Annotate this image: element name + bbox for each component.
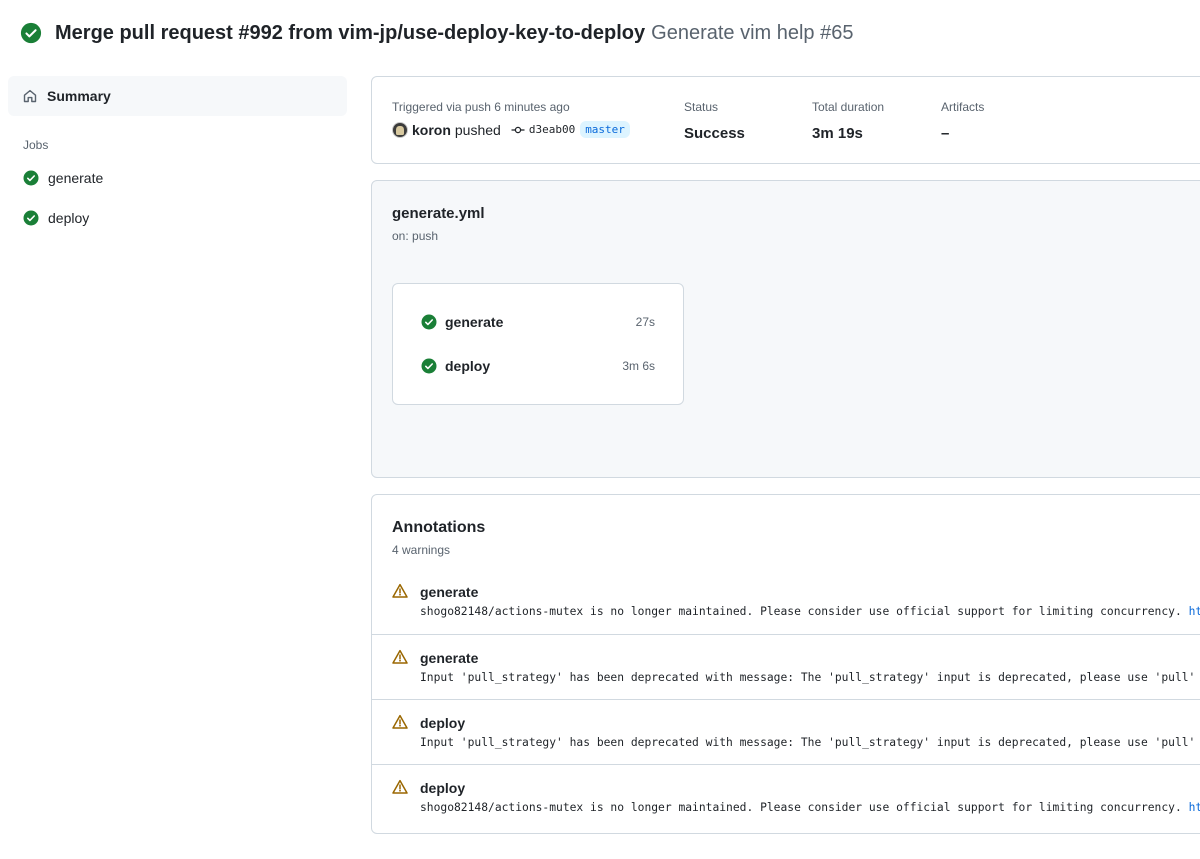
- duration-value: 3m 19s: [812, 125, 863, 142]
- status-info: Status Success: [684, 100, 745, 142]
- workflow-file-name: generate.yml: [392, 205, 485, 222]
- alert-icon: [392, 714, 408, 729]
- run-title: Merge pull request #992 from vim-jp/use-…: [55, 21, 646, 44]
- annotation-job[interactable]: deploy: [420, 715, 465, 731]
- check-circle-fill-icon: [421, 358, 437, 374]
- commit-sha: d3eab00: [528, 123, 576, 136]
- graph-job-name: generate: [445, 314, 504, 330]
- alert-icon: [392, 583, 408, 598]
- annotation-link[interactable]: https: [1189, 605, 1200, 618]
- annotation-message-text: shogo82148/actions-mutex is no longer ma…: [420, 801, 1182, 814]
- annotation-message: Input 'pull_strategy' has been deprecate…: [420, 671, 1196, 684]
- job-graph-card: generate 27s deploy 3m 6s: [392, 283, 684, 405]
- annotation-item: generate shogo82148/actions-mutex is no …: [372, 569, 1200, 634]
- action-text: pushed: [454, 121, 501, 138]
- graph-job-duration: 3m 6s: [622, 359, 655, 373]
- sidebar-item-label: Summary: [47, 88, 111, 104]
- artifacts-info: Artifacts –: [941, 100, 984, 142]
- workflow-graph-box: generate.yml on: push generate 27s deplo…: [371, 180, 1200, 478]
- sidebar-item-generate[interactable]: generate: [8, 158, 347, 198]
- alert-icon: [392, 779, 408, 794]
- annotation-item: deploy Input 'pull_strategy' has been de…: [372, 699, 1200, 764]
- annotation-message-text: shogo82148/actions-mutex is no longer ma…: [420, 605, 1182, 618]
- actor-link[interactable]: koron: [412, 122, 451, 138]
- branch-badge[interactable]: master: [580, 121, 630, 138]
- commit-link[interactable]: d3eab00: [511, 123, 575, 137]
- annotation-item: deploy shogo82148/actions-mutex is no lo…: [372, 764, 1200, 829]
- workflow-run-name[interactable]: Generate vim help #65: [651, 22, 853, 45]
- graph-job-duration: 27s: [635, 315, 655, 329]
- annotation-job[interactable]: generate: [420, 584, 478, 600]
- artifacts-value: –: [941, 125, 950, 142]
- status-value: Success: [684, 125, 745, 142]
- sidebar-job-label: deploy: [48, 210, 90, 226]
- annotation-job[interactable]: deploy: [420, 780, 465, 796]
- annotation-link[interactable]: https: [1189, 801, 1200, 814]
- run-header: Merge pull request #992 from vim-jp/use-…: [20, 20, 853, 46]
- annotation-message: Input 'pull_strategy' has been deprecate…: [420, 736, 1196, 749]
- trigger-info: Triggered via push 6 minutes ago koron p…: [392, 100, 630, 138]
- workflow-run-page: Merge pull request #992 from vim-jp/use-…: [0, 0, 1200, 859]
- sidebar-item-deploy[interactable]: deploy: [8, 198, 347, 238]
- sidebar: Summary Jobs generate deploy: [8, 76, 347, 238]
- annotations-count: 4 warnings: [392, 543, 451, 557]
- duration-info: Total duration 3m 19s: [812, 100, 884, 142]
- workflow-trigger: on: push: [392, 229, 439, 243]
- graph-job-deploy[interactable]: deploy 3m 6s: [421, 356, 655, 376]
- graph-job-generate[interactable]: generate 27s: [421, 312, 655, 332]
- avatar[interactable]: [392, 121, 408, 138]
- sidebar-item-summary[interactable]: Summary: [8, 76, 347, 116]
- status-label: Status: [684, 100, 719, 114]
- trigger-text: Triggered via push 6 minutes ago: [392, 100, 570, 114]
- annotations-box: Annotations 4 warnings generate shogo821…: [371, 494, 1200, 834]
- home-icon: [23, 89, 37, 103]
- sidebar-job-label: generate: [48, 170, 104, 186]
- run-summary-box: Triggered via push 6 minutes ago koron p…: [371, 76, 1200, 164]
- alert-icon: [392, 649, 408, 664]
- annotation-message: shogo82148/actions-mutex is no longer ma…: [420, 801, 1200, 814]
- annotation-item: generate Input 'pull_strategy' has been …: [372, 634, 1200, 699]
- jobs-heading: Jobs: [23, 138, 49, 152]
- artifacts-label: Artifacts: [941, 100, 985, 114]
- annotation-message: shogo82148/actions-mutex is no longer ma…: [420, 605, 1200, 618]
- check-circle-fill-icon: [23, 210, 39, 226]
- annotations-title: Annotations: [392, 519, 486, 536]
- check-circle-fill-icon: [20, 22, 42, 44]
- check-circle-fill-icon: [421, 314, 437, 330]
- duration-label: Total duration: [812, 100, 885, 114]
- graph-job-name: deploy: [445, 358, 491, 374]
- check-circle-fill-icon: [23, 170, 39, 186]
- git-commit-icon: [511, 126, 525, 133]
- annotation-job[interactable]: generate: [420, 650, 478, 666]
